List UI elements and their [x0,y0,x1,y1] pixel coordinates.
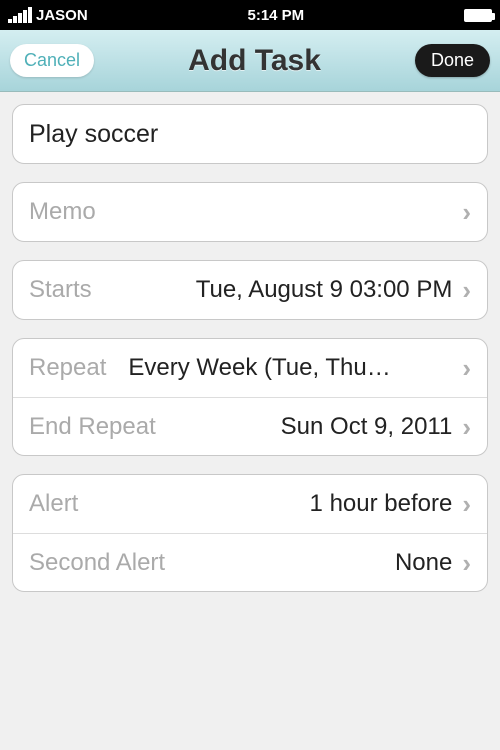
chevron-right-icon: › [462,277,471,303]
end-repeat-label: End Repeat [29,413,156,441]
chevron-right-icon: › [462,355,471,381]
alert-group: Alert 1 hour before › Second Alert None … [12,474,488,592]
status-bar: JASON 5:14 PM [0,0,500,30]
signal-icon [8,7,32,23]
status-time: 5:14 PM [247,7,304,24]
alert-row[interactable]: Alert 1 hour before › [13,475,487,533]
title-group [12,104,488,164]
status-left: JASON [8,7,88,24]
chevron-right-icon: › [462,414,471,440]
content: Memo › Starts Tue, August 9 03:00 PM › R… [0,92,500,622]
task-title-row[interactable] [13,105,487,163]
second-alert-row[interactable]: Second Alert None › [13,533,487,591]
second-alert-label: Second Alert [29,549,165,577]
task-title-input[interactable] [29,120,471,149]
alert-label: Alert [29,490,78,518]
page-title: Add Task [188,44,321,78]
starts-label: Starts [29,276,92,304]
repeat-group: Repeat Every Week (Tue, Thu… › End Repea… [12,338,488,456]
starts-row[interactable]: Starts Tue, August 9 03:00 PM › [13,261,487,319]
chevron-right-icon: › [462,199,471,225]
done-button[interactable]: Done [415,44,490,77]
end-repeat-value: Sun Oct 9, 2011 [174,413,453,441]
end-repeat-row[interactable]: End Repeat Sun Oct 9, 2011 › [13,397,487,455]
starts-group: Starts Tue, August 9 03:00 PM › [12,260,488,320]
chevron-right-icon: › [462,550,471,576]
carrier-label: JASON [36,7,88,24]
memo-group: Memo › [12,182,488,242]
battery-icon [464,9,492,22]
repeat-row[interactable]: Repeat Every Week (Tue, Thu… › [13,339,487,397]
alert-value: 1 hour before [96,490,452,518]
repeat-label: Repeat [29,354,106,382]
memo-row[interactable]: Memo › [13,183,487,241]
chevron-right-icon: › [462,491,471,517]
repeat-value: Every Week (Tue, Thu… [128,354,452,382]
nav-bar: Cancel Add Task Done [0,30,500,92]
starts-value: Tue, August 9 03:00 PM [110,276,453,304]
memo-label: Memo [29,198,452,226]
second-alert-value: None [183,549,452,577]
cancel-button[interactable]: Cancel [10,44,94,77]
